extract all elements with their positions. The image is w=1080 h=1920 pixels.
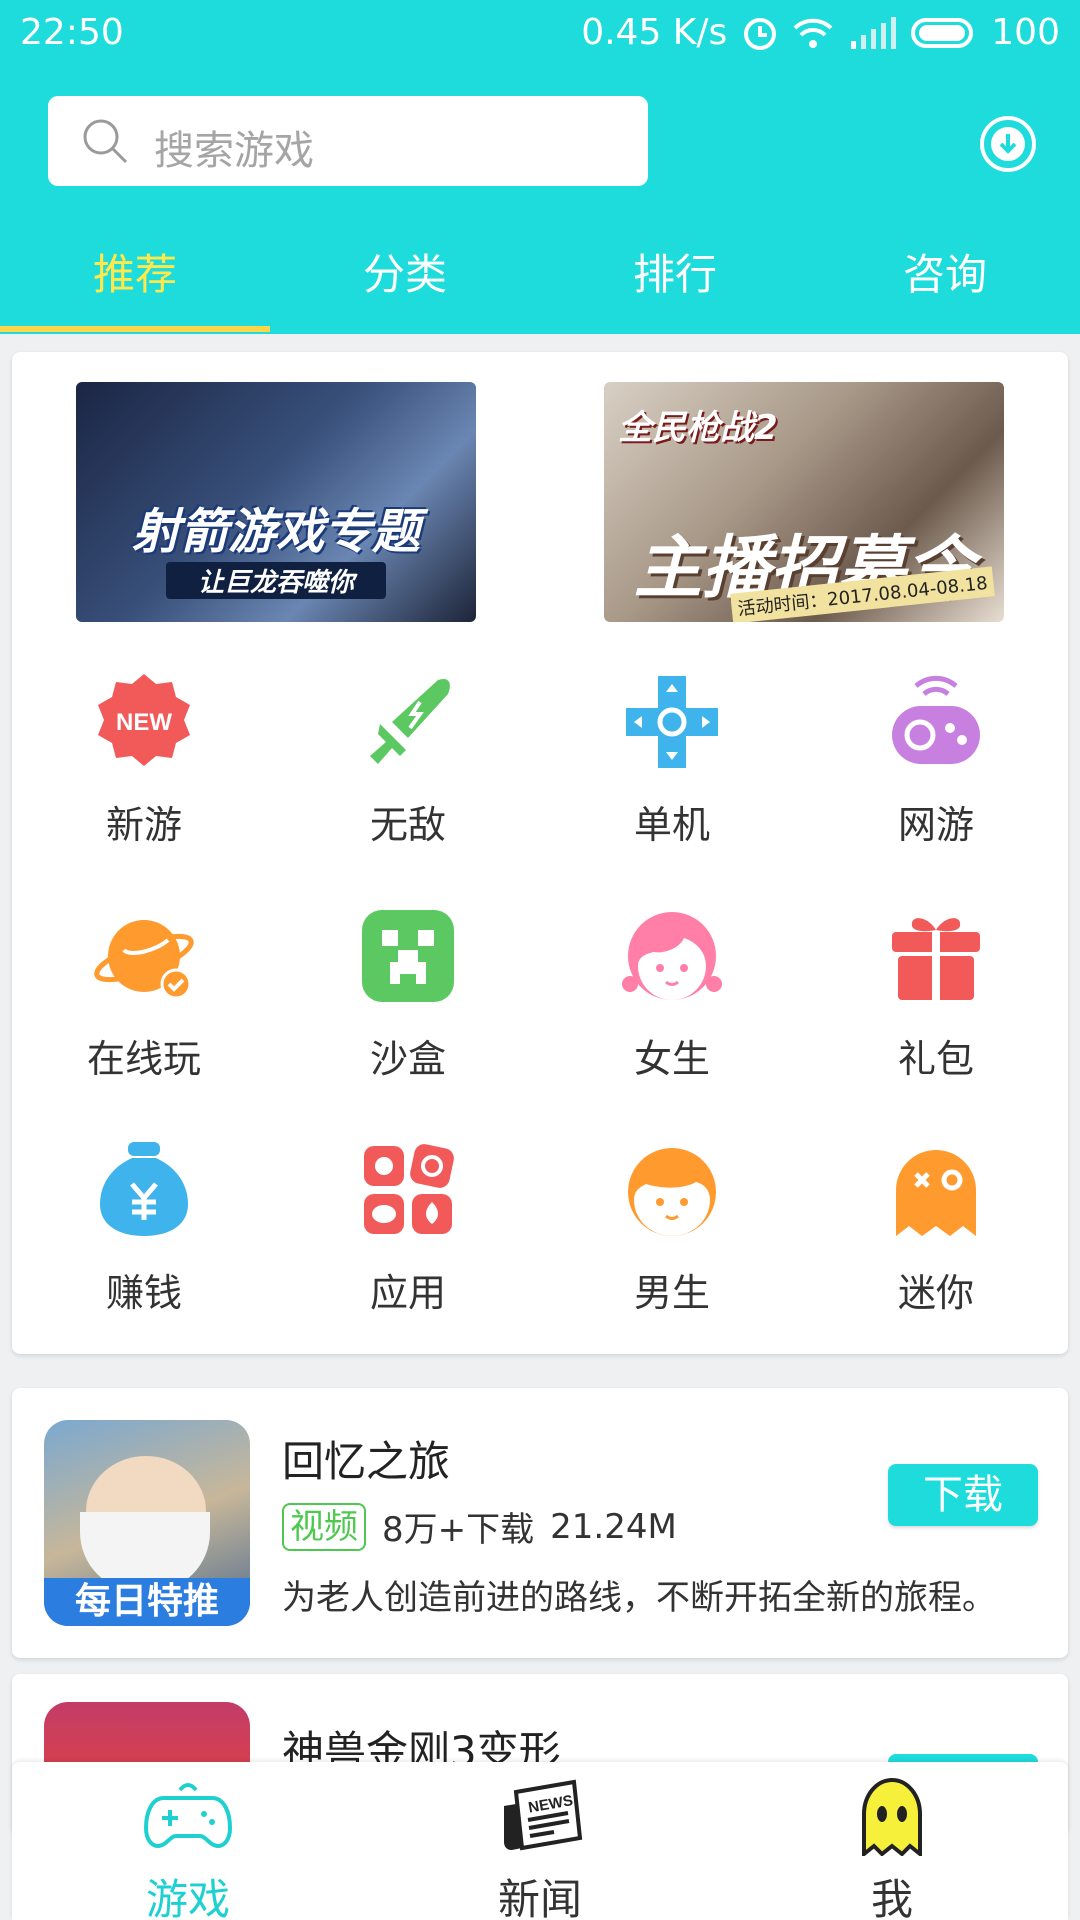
online-console-icon — [892, 675, 980, 764]
apps-icon — [364, 1144, 454, 1234]
category-sandbox[interactable]: 沙盒 — [276, 906, 540, 1126]
nav-me[interactable]: 我 — [716, 1762, 1068, 1920]
nav-news[interactable]: NEWS 新闻 — [364, 1762, 716, 1920]
download-button[interactable]: 下载 — [888, 1464, 1038, 1526]
top-tabs: 推荐 分类 排行 咨询 — [0, 240, 1080, 334]
category-girls[interactable]: 女生 — [540, 906, 804, 1126]
recommend-card: 射箭游戏专题 让巨龙吞噬你 全民枪战2 主播招募令 活动时间：2017.08.0… — [12, 352, 1068, 1354]
svg-text:NEW: NEW — [116, 709, 172, 736]
category-online-games[interactable]: 网游 — [804, 672, 1068, 892]
new-icon: NEW — [98, 674, 190, 766]
header: 22:50 0.45 K/s 100 搜索游戏 推荐 分类 排行 咨询 — [0, 0, 1080, 334]
category-earn-money[interactable]: 赚钱 — [12, 1140, 276, 1360]
banner-streamer-recruit[interactable]: 全民枪战2 主播招募令 活动时间：2017.08.04-08.18 — [604, 382, 1004, 622]
gamepad-dpad-icon — [626, 676, 718, 768]
bottom-nav: 游戏 NEWS 新闻 我 — [12, 1762, 1068, 1920]
video-tag: 视频 — [282, 1502, 366, 1551]
app-description: 为老人创造前进的路线，不断开拓全新的旅程。 — [282, 1578, 996, 1618]
app-meta: 视频 8万+下载 21.24M — [282, 1502, 677, 1551]
category-gift-packs[interactable]: 礼包 — [804, 906, 1068, 1126]
category-play-online[interactable]: 在线玩 — [12, 906, 276, 1126]
gift-icon — [892, 918, 980, 1000]
nav-games[interactable]: 游戏 — [12, 1762, 364, 1920]
status-time: 22:50 — [20, 12, 124, 53]
tab-recommend[interactable]: 推荐 — [0, 240, 270, 334]
list-item[interactable]: 每日特推 回忆之旅 视频 8万+下载 21.24M 为老人创造前进的路线，不断开… — [12, 1388, 1068, 1658]
wifi-icon — [793, 18, 833, 48]
search-placeholder: 搜索游戏 — [154, 128, 314, 174]
money-bag-icon — [100, 1142, 188, 1236]
tab-consult[interactable]: 咨询 — [810, 240, 1080, 334]
status-bar: 22:50 0.45 K/s 100 — [0, 0, 1080, 66]
category-new-games[interactable]: NEW 新游 — [12, 672, 276, 892]
daily-recommend-badge: 每日特推 — [44, 1578, 250, 1626]
status-icons: 0.45 K/s 100 — [581, 12, 1060, 53]
banner-title: 射箭游戏专题 — [131, 504, 420, 560]
download-manager-icon[interactable] — [978, 114, 1038, 174]
app-name: 回忆之旅 — [282, 1437, 451, 1486]
category-single-player[interactable]: 单机 — [540, 672, 804, 892]
download-count: 8万+下载 — [382, 1510, 535, 1550]
battery-icon — [911, 17, 974, 48]
girl-face-icon — [622, 912, 722, 1000]
newspaper-icon: NEWS — [504, 1779, 583, 1851]
category-boys[interactable]: 男生 — [540, 1140, 804, 1360]
file-size: 21.24M — [550, 1506, 677, 1547]
alarm-icon — [744, 17, 777, 50]
search-input[interactable]: 搜索游戏 — [48, 96, 648, 186]
category-mini[interactable]: 迷你 — [804, 1140, 1068, 1360]
ghost-icon — [896, 1150, 976, 1236]
active-tab-underline — [0, 326, 270, 332]
gamepad-icon — [144, 1783, 232, 1849]
sword-icon — [370, 678, 450, 764]
tab-category[interactable]: 分类 — [270, 240, 540, 334]
boy-face-icon — [628, 1148, 716, 1236]
app-icon: 每日特推 — [44, 1420, 250, 1626]
banner-subtitle: 让巨龙吞噬你 — [166, 562, 386, 599]
category-apps[interactable]: 应用 — [276, 1140, 540, 1360]
category-invincible[interactable]: 无敌 — [276, 672, 540, 892]
banner-archery-topic[interactable]: 射箭游戏专题 让巨龙吞噬你 — [76, 382, 476, 622]
ghost-profile-icon — [862, 1778, 922, 1856]
search-icon — [83, 119, 128, 164]
battery-level: 100 — [991, 12, 1060, 53]
planet-icon — [94, 920, 194, 1000]
tab-ranking[interactable]: 排行 — [540, 240, 810, 334]
signal-icon — [851, 16, 897, 49]
creeper-icon — [362, 910, 454, 1002]
banner-logo: 全民枪战2 — [618, 408, 778, 448]
network-speed: 0.45 K/s — [581, 12, 728, 53]
